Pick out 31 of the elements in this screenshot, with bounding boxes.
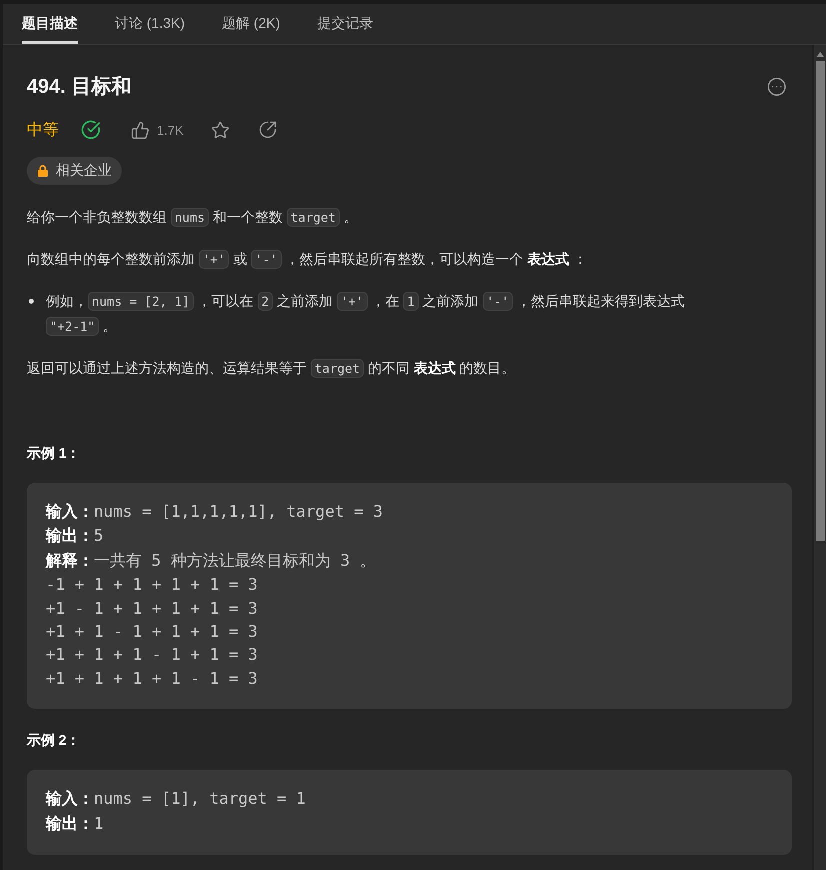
example-line: -1 + 1 + 1 + 1 + 1 = 3 xyxy=(46,574,259,596)
tab[interactable]: 提交记录 xyxy=(317,4,374,44)
share-icon[interactable] xyxy=(258,121,277,139)
example-line: 输入：nums = [1], target = 1 xyxy=(46,788,307,810)
thumbs-up-icon xyxy=(131,120,150,140)
example-line: 输出：1 xyxy=(46,812,105,835)
example-title: 示例 1： xyxy=(27,444,82,463)
scrollbar-thumb[interactable] xyxy=(816,61,825,541)
company-tag[interactable]: 相关企业 xyxy=(27,157,122,185)
example-title: 示例 2： xyxy=(27,731,82,750)
description-paragraph: 返回可以通过上述方法构造的、运算结果等于 target 的不同 表达式 的数目。 xyxy=(27,358,517,380)
more-icon[interactable] xyxy=(767,77,787,97)
example-line: +1 - 1 + 1 + 1 + 1 = 3 xyxy=(46,598,259,620)
example-line: 输出：5 xyxy=(46,525,105,548)
tab[interactable]: 讨论 (1.3K) xyxy=(115,4,186,44)
lock-icon xyxy=(38,165,48,177)
example-line: +1 + 1 - 1 + 1 + 1 = 3 xyxy=(46,621,259,644)
example-line: +1 + 1 + 1 + 1 - 1 = 3 xyxy=(46,668,259,690)
description-paragraph: 向数组中的每个整数前添加 '+' 或 '-' ，然后串联起所有整数，可以构造一个 表达式 ： xyxy=(27,249,588,271)
bullet-icon xyxy=(29,299,34,304)
description-paragraph: 给你一个非负整数数组 nums 和一个整数 target 。 xyxy=(27,207,359,229)
scroll-up-arrow-icon[interactable] xyxy=(816,52,824,57)
problem-title: 494. 目标和 xyxy=(27,75,132,100)
star-icon[interactable] xyxy=(210,120,230,140)
example-line: +1 + 1 + 1 - 1 + 1 = 3 xyxy=(46,644,259,666)
tab[interactable]: 题解 (2K) xyxy=(222,4,280,44)
difficulty-label: 中等 xyxy=(27,120,59,140)
like-button[interactable]: 1.7K xyxy=(131,120,184,140)
example-line: 解释：一共有 5 种方法让最终目标和为 3 。 xyxy=(46,550,377,572)
description-bullet: 例如， nums = [2, 1] ，可以在 2 之前添加 '+' ，在 1 之前添加 '-' ，然后串联起来得到表达式 "+2-1" 。 xyxy=(46,291,686,338)
example-line: 输入：nums = [1,1,1,1,1], target = 3 xyxy=(46,501,384,523)
